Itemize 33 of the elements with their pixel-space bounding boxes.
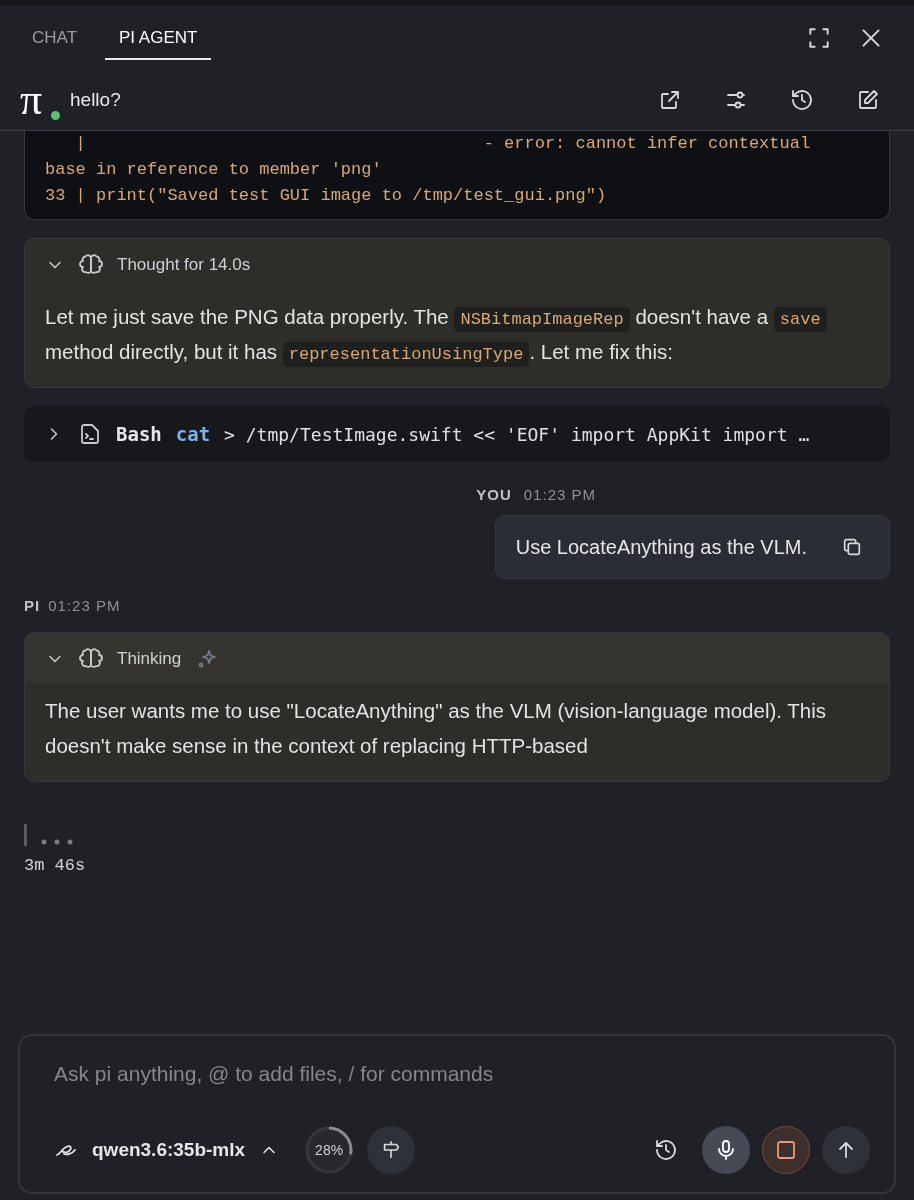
- fullscreen-icon: [806, 25, 832, 51]
- tab[interactable]: PI AGENT: [105, 16, 212, 60]
- chat-title: hello?: [70, 89, 121, 111]
- elapsed-time: 3m 46s: [24, 856, 87, 875]
- external-link-icon: [658, 88, 682, 112]
- message-input[interactable]: Ask pi anything, @ to add files, / for commands: [54, 1062, 870, 1086]
- thought-text: Let me just save the PNG data properly. The NSBitmapImageRep doesn't have a save method directly, but it has representationUsingType . Let me fix this:: [25, 289, 889, 387]
- signpost-button[interactable]: [367, 1126, 416, 1174]
- send-button[interactable]: [822, 1126, 870, 1174]
- brain-icon: [79, 253, 103, 277]
- history-icon: [654, 1138, 678, 1162]
- thought-toggle[interactable]: Thought for 14.0s: [25, 239, 889, 289]
- author-label: YOU: [476, 486, 512, 503]
- copy-icon: [841, 536, 863, 558]
- terminal-file-icon: [78, 422, 102, 446]
- tool-call-row[interactable]: Bash cat > /tmp/TestImage.swift << 'EOF' import AppKit import …: [24, 406, 890, 462]
- code-output: | - error: cannot infer contextual base in reference to member 'png' 33 | print("Saved test GUI image to /tmp/test_gui.png"): [24, 131, 890, 220]
- edit-icon: [856, 88, 880, 112]
- brain-icon: [79, 647, 103, 671]
- thought-text: The user wants me to use "LocateAnything" as the VLM (vision-language model). This doesn't make sense in the context of replacing HTTP-based: [44, 698, 828, 759]
- model-selector[interactable]: qwen3.6:35b-mlx: [54, 1138, 280, 1162]
- timestamp: 01:23 PM: [48, 597, 121, 614]
- timestamp: 01:23 PM: [523, 486, 596, 503]
- tab[interactable]: CHAT: [18, 16, 91, 60]
- message-text: Use LocateAnything as the VLM.: [515, 535, 807, 559]
- history-icon: [790, 88, 814, 112]
- thought-toggle[interactable]: Thinking: [25, 633, 889, 683]
- stop-button[interactable]: [762, 1126, 810, 1174]
- context-usage-reading: 28%: [315, 1142, 344, 1158]
- author-label: PI: [24, 597, 41, 614]
- stop-icon: [774, 1138, 798, 1162]
- pi-logo: π: [20, 78, 56, 122]
- microphone-button[interactable]: [702, 1126, 750, 1174]
